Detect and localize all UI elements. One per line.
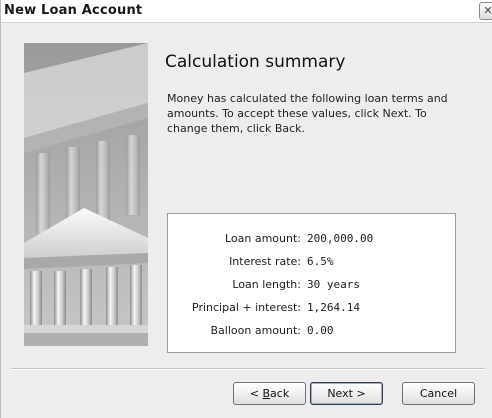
cancel-button[interactable]: Cancel — [402, 382, 475, 405]
button-divider — [11, 368, 485, 370]
title-bar: New Loan Account ✕ — [1, 0, 492, 23]
summary-row-loan-amount: Loan amount: 200,000.00 — [168, 232, 457, 250]
summary-row-balloon-amount: Balloon amount: 0.00 — [168, 324, 457, 342]
back-button-rest: ack — [270, 387, 290, 400]
summary-label: Loan length: — [232, 278, 301, 291]
next-button[interactable]: Next > — [310, 382, 383, 405]
summary-value: 1,264.14 — [307, 301, 360, 314]
summary-value: 6.5% — [307, 255, 334, 268]
bank-building-icon — [24, 43, 148, 346]
summary-row-interest-rate: Interest rate: 6.5% — [168, 255, 457, 273]
summary-value: 30 years — [307, 278, 360, 291]
summary-label: Balloon amount: — [210, 324, 301, 337]
back-button-prefix: < — [249, 387, 263, 400]
summary-row-loan-length: Loan length: 30 years — [168, 278, 457, 296]
summary-label: Interest rate: — [229, 255, 301, 268]
summary-panel: Loan amount: 200,000.00 Interest rate: 6… — [167, 213, 456, 353]
back-button-mnemonic: B — [262, 387, 271, 400]
page-heading: Calculation summary — [165, 52, 346, 72]
summary-row-principal-interest: Principal + interest: 1,264.14 — [168, 301, 457, 319]
close-button[interactable]: ✕ — [479, 2, 492, 20]
summary-label: Loan amount: — [224, 232, 301, 245]
summary-value: 0.00 — [307, 324, 334, 337]
close-icon: ✕ — [483, 4, 492, 17]
summary-value: 200,000.00 — [307, 232, 374, 245]
page-description: Money has calculated the following loan … — [167, 92, 448, 135]
wizard-window: New Loan Account ✕ Calculation summary M… — [0, 0, 492, 418]
back-button[interactable]: < Back — [233, 382, 306, 405]
window-title: New Loan Account — [4, 3, 143, 18]
summary-label: Principal + interest: — [192, 301, 301, 314]
